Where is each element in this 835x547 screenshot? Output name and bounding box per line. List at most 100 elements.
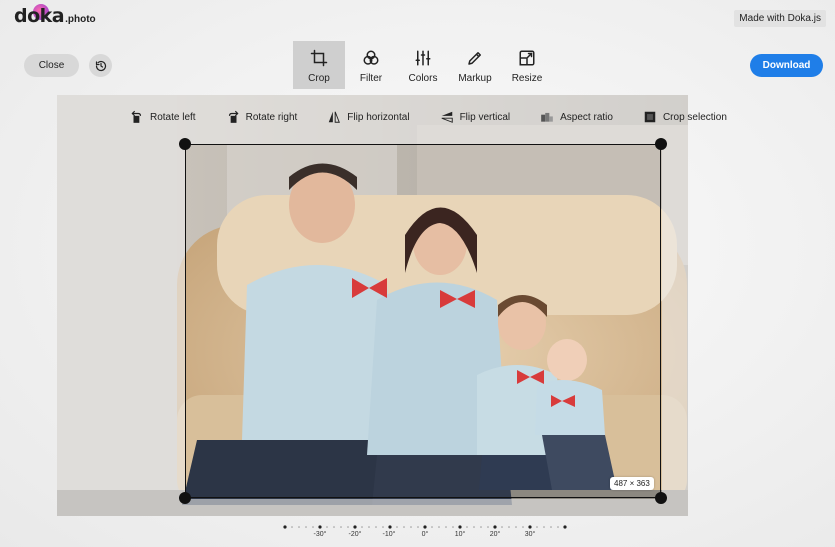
aspect-ratio-label: Aspect ratio bbox=[560, 111, 613, 123]
filter-icon bbox=[363, 50, 379, 65]
crop-icon bbox=[310, 49, 328, 67]
flip-horizontal-button[interactable]: Flip horizontal bbox=[327, 110, 410, 124]
crop-handle-bottom-left[interactable] bbox=[179, 492, 191, 504]
dial-tick bbox=[305, 526, 307, 528]
dial-tick bbox=[493, 525, 497, 529]
rotate-right-button[interactable]: Rotate right bbox=[226, 110, 298, 124]
crop-mask-right bbox=[662, 144, 688, 499]
dial-tick bbox=[340, 526, 342, 528]
tab-colors[interactable]: Colors bbox=[397, 41, 449, 89]
dial-tick bbox=[326, 526, 328, 528]
colors-icon bbox=[415, 50, 431, 66]
dial-tick bbox=[543, 526, 545, 528]
dial-tick bbox=[431, 526, 433, 528]
crop-mask-bottom bbox=[57, 499, 688, 516]
dial-tick bbox=[522, 526, 524, 528]
dial-tick bbox=[368, 526, 370, 528]
tab-markup-label: Markup bbox=[458, 73, 492, 84]
resize-icon bbox=[519, 50, 535, 66]
dial-tick bbox=[452, 526, 454, 528]
dial-label: 10° bbox=[454, 531, 466, 538]
dial-tick bbox=[445, 526, 447, 528]
dial-tick bbox=[466, 526, 468, 528]
tab-filter-label: Filter bbox=[359, 73, 383, 84]
tab-colors-label: Colors bbox=[408, 73, 438, 84]
flip-horizontal-label: Flip horizontal bbox=[347, 111, 410, 123]
crop-selection-button[interactable]: Crop selection bbox=[643, 110, 727, 124]
dial-tick bbox=[347, 526, 349, 528]
dial-tick bbox=[508, 526, 510, 528]
crop-mask-left bbox=[57, 144, 185, 499]
history-icon bbox=[95, 60, 106, 71]
dial-tick bbox=[536, 526, 538, 528]
tool-tabs: Crop Filter Colors Markup Resize bbox=[293, 41, 553, 89]
logo-brand: doka bbox=[14, 4, 65, 27]
tab-resize-label: Resize bbox=[511, 73, 543, 84]
tab-crop-label: Crop bbox=[308, 73, 330, 84]
dial-label: -20° bbox=[348, 531, 362, 538]
dial-tick bbox=[528, 525, 532, 529]
rotation-dial[interactable]: -30° -20° -10° 0° 10° 20° 30° bbox=[280, 520, 570, 544]
made-with-badge[interactable]: Made with Doka.js bbox=[734, 10, 826, 27]
logo-brand-text: doka bbox=[14, 5, 65, 27]
rotate-right-label: Rotate right bbox=[245, 111, 298, 123]
dial-tick bbox=[423, 525, 427, 529]
rotate-left-label: Rotate left bbox=[150, 111, 196, 123]
crop-handle-bottom-right[interactable] bbox=[655, 492, 667, 504]
tab-markup[interactable]: Markup bbox=[449, 41, 501, 89]
crop-frame[interactable] bbox=[185, 144, 661, 498]
flip-horizontal-icon bbox=[329, 111, 341, 123]
flip-vertical-icon bbox=[441, 111, 453, 123]
dial-tick bbox=[382, 526, 384, 528]
crop-action-bar: Rotate left Rotate right Flip horizontal… bbox=[130, 108, 757, 126]
dial-tick bbox=[318, 525, 322, 529]
dial-label: 0° bbox=[421, 531, 429, 538]
logo-tld: .photo bbox=[65, 14, 96, 25]
dial-tick bbox=[353, 525, 357, 529]
dial-tick bbox=[501, 526, 503, 528]
flip-vertical-label: Flip vertical bbox=[459, 111, 511, 123]
dial-tick bbox=[417, 526, 419, 528]
download-button[interactable]: Download bbox=[750, 54, 823, 77]
dial-tick bbox=[388, 525, 392, 529]
doka-logo: doka .photo bbox=[14, 4, 96, 31]
dial-label: -30° bbox=[313, 531, 327, 538]
crop-handle-top-right[interactable] bbox=[655, 138, 667, 150]
dial-tick bbox=[333, 526, 335, 528]
dial-tick bbox=[563, 525, 567, 529]
aspect-ratio-button[interactable]: Aspect ratio bbox=[540, 110, 613, 124]
dial-tick bbox=[438, 526, 440, 528]
crop-selection-label: Crop selection bbox=[662, 111, 727, 123]
rotation-dial-labels: -30° -20° -10° 0° 10° 20° 30° bbox=[280, 531, 570, 543]
crop-selection-icon bbox=[644, 111, 656, 123]
rotate-right-icon bbox=[228, 110, 239, 123]
dial-tick bbox=[480, 526, 482, 528]
close-button[interactable]: Close bbox=[24, 54, 79, 77]
dial-tick bbox=[312, 526, 314, 528]
tab-resize[interactable]: Resize bbox=[501, 41, 553, 89]
dial-tick bbox=[473, 526, 475, 528]
dial-tick bbox=[403, 526, 405, 528]
dial-tick bbox=[375, 526, 377, 528]
crop-handle-top-left[interactable] bbox=[179, 138, 191, 150]
aspect-ratio-icon bbox=[541, 112, 553, 122]
dial-tick bbox=[361, 526, 363, 528]
dial-tick bbox=[291, 526, 293, 528]
history-button[interactable] bbox=[89, 54, 112, 77]
dial-tick bbox=[515, 526, 517, 528]
dial-tick bbox=[410, 526, 412, 528]
dial-label: -10° bbox=[382, 531, 396, 538]
tab-crop[interactable]: Crop bbox=[293, 41, 345, 89]
markup-icon bbox=[468, 52, 481, 65]
dial-tick bbox=[458, 525, 462, 529]
dial-tick bbox=[487, 526, 489, 528]
dial-tick bbox=[557, 526, 559, 528]
tab-filter[interactable]: Filter bbox=[345, 41, 397, 89]
rotate-left-icon bbox=[131, 110, 142, 123]
dial-label: 20° bbox=[489, 531, 501, 538]
rotate-left-button[interactable]: Rotate left bbox=[130, 110, 196, 124]
dial-tick bbox=[298, 526, 300, 528]
dial-tick bbox=[550, 526, 552, 528]
dial-label: 30° bbox=[524, 531, 536, 538]
flip-vertical-button[interactable]: Flip vertical bbox=[440, 110, 511, 124]
